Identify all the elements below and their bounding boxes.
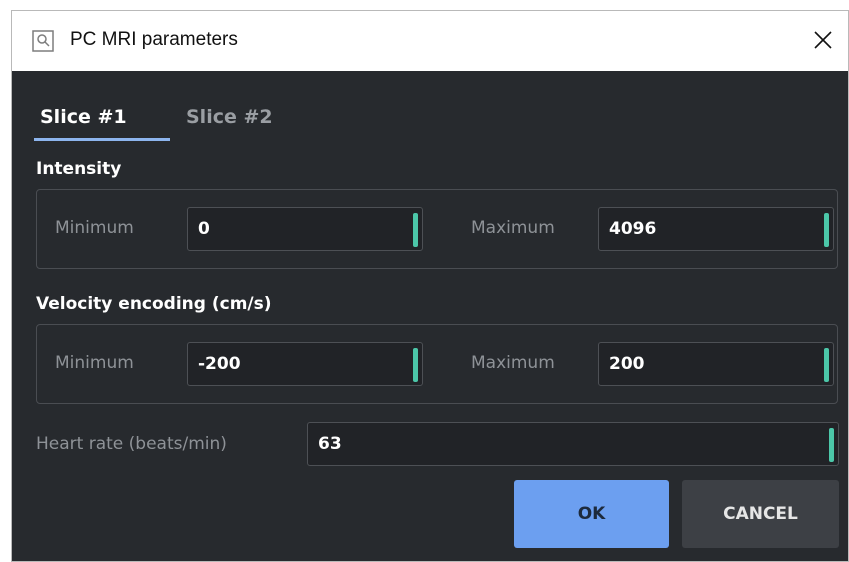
cancel-button[interactable]: CANCEL [682,480,839,548]
intensity-max-input[interactable]: 4096 [598,207,834,251]
heart-rate-label: Heart rate (beats/min) [36,434,227,454]
close-icon[interactable] [808,25,838,55]
intensity-section-label: Intensity [36,159,122,179]
spin-handle[interactable] [413,213,418,247]
heart-rate-value: 63 [318,434,342,454]
intensity-min-value: 0 [198,219,210,239]
heart-rate-input[interactable]: 63 [307,422,839,466]
velocity-group: Minimum -200 Maximum 200 [36,324,838,404]
active-tab-indicator [34,138,170,141]
velocity-section-label: Velocity encoding (cm/s) [36,294,272,314]
intensity-max-label: Maximum [471,218,555,238]
intensity-max-value: 4096 [609,219,657,239]
velocity-min-label: Minimum [55,353,134,373]
spin-handle[interactable] [413,348,418,382]
ok-button[interactable]: OK [514,480,669,548]
velocity-max-input[interactable]: 200 [598,342,834,386]
velocity-max-value: 200 [609,354,645,374]
image-search-icon [32,30,54,52]
spin-handle[interactable] [824,348,829,382]
velocity-max-label: Maximum [471,353,555,373]
spin-handle[interactable] [824,213,829,247]
spin-handle[interactable] [829,428,834,462]
intensity-min-label: Minimum [55,218,134,238]
velocity-min-value: -200 [198,354,241,374]
velocity-min-input[interactable]: -200 [187,342,423,386]
window-title: PC MRI parameters [70,29,238,50]
intensity-group: Minimum 0 Maximum 4096 [36,189,838,269]
intensity-min-input[interactable]: 0 [187,207,423,251]
tab-slice-2[interactable]: Slice #2 [186,106,273,128]
title-bar: PC MRI parameters [12,11,848,71]
tab-slice-1[interactable]: Slice #1 [40,106,127,128]
pc-mri-dialog: PC MRI parameters Slice #1 Slice #2 Inte… [11,10,849,562]
